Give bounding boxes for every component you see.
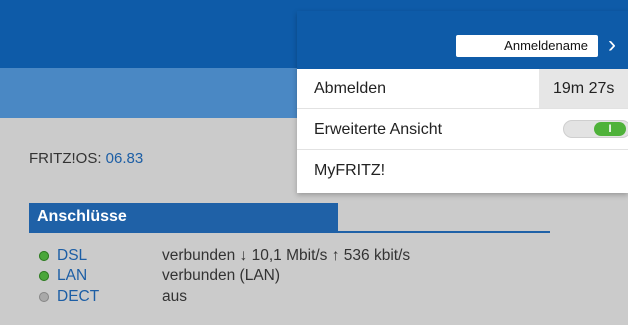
fritzos-version-info: FRITZ!OS: 06.83 (29, 150, 143, 167)
connection-status-dect: aus (162, 288, 187, 305)
connections-heading: Anschlüsse (29, 203, 338, 231)
fritzos-version[interactable]: 06.83 (106, 150, 144, 167)
connection-status-lan: verbunden (LAN) (162, 267, 281, 284)
menu-item-logout[interactable]: Abmelden 19m 27s (297, 69, 628, 109)
username-field[interactable]: Anmeldename (456, 35, 598, 57)
connection-row-lan: LAN verbunden (LAN) (39, 266, 280, 286)
connection-name-dect[interactable]: DECT (57, 287, 162, 307)
status-led-icon (39, 271, 49, 281)
status-led-icon (39, 292, 49, 302)
fritzos-label: FRITZ!OS: (29, 150, 106, 167)
connection-name-dsl[interactable]: DSL (57, 246, 162, 266)
status-led-icon (39, 251, 49, 261)
connections-divider (29, 231, 550, 233)
user-menu-header: Anmeldename › (297, 11, 628, 69)
toggle-knob: I (594, 122, 626, 136)
session-timer: 19m 27s (539, 69, 628, 108)
connection-name-lan[interactable]: LAN (57, 266, 162, 286)
connection-row-dsl: DSL verbunden ↓ 10,1 Mbit/s ↑ 536 kbit/s (39, 246, 410, 266)
connection-row-dect: DECT aus (39, 287, 187, 307)
myfritz-label[interactable]: MyFRITZ! (314, 162, 385, 180)
user-menu-dropdown: Anmeldename › Abmelden 19m 27s Erweitert… (297, 11, 628, 193)
advanced-view-toggle[interactable]: I (563, 120, 628, 138)
advanced-view-label[interactable]: Erweiterte Ansicht (314, 121, 442, 139)
menu-item-advanced-view[interactable]: Erweiterte Ansicht I (297, 110, 628, 150)
menu-item-myfritz[interactable]: MyFRITZ! (297, 151, 628, 191)
logout-label[interactable]: Abmelden (314, 80, 386, 98)
connection-status-dsl: verbunden ↓ 10,1 Mbit/s ↑ 536 kbit/s (162, 247, 411, 264)
chevron-right-icon[interactable]: › (608, 31, 616, 59)
